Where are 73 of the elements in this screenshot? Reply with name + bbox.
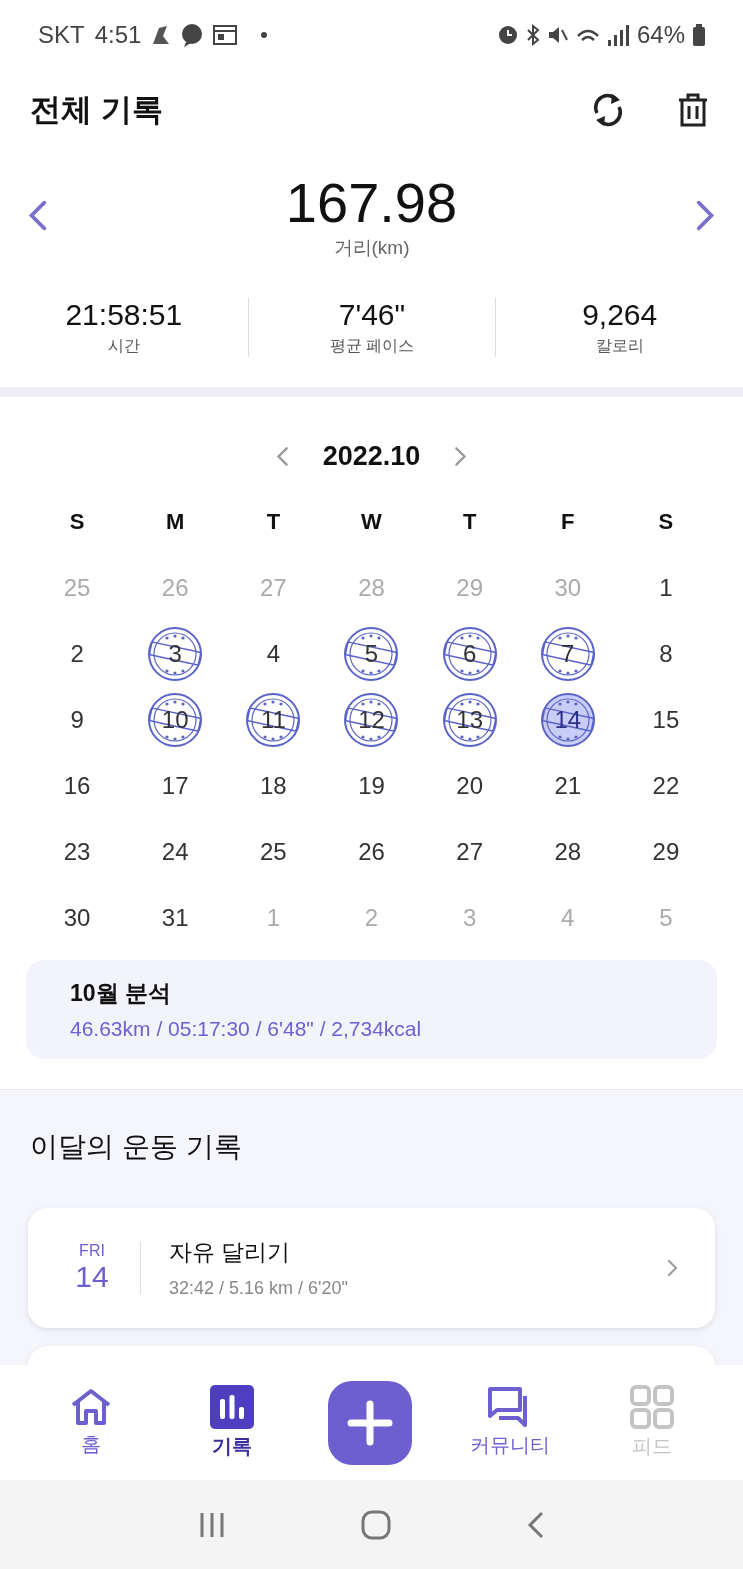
calendar-day[interactable]: 25 <box>258 838 289 866</box>
nav-tab[interactable]: 기록 <box>187 1384 278 1461</box>
calendar-icon <box>213 25 238 45</box>
calendar-day[interactable]: 18 <box>258 772 289 800</box>
calendar-day[interactable]: 31 <box>159 904 191 932</box>
calendar-day[interactable]: 28 <box>552 838 584 866</box>
plus-icon <box>347 1399 394 1446</box>
calendar-day[interactable]: 24 <box>159 838 191 866</box>
chevron-right-icon[interactable] <box>667 1259 679 1277</box>
section-title: 이달의 운동 기록 <box>30 1130 243 1164</box>
calendar-day[interactable]: 29 <box>650 838 682 866</box>
month-label: 2022.10 <box>322 441 421 472</box>
weekday-label: S <box>657 508 675 536</box>
total-distance: 167.98 <box>285 169 458 235</box>
calendar-day[interactable]: 22 <box>650 772 682 800</box>
weekday-label: S <box>68 508 86 536</box>
calendar-day[interactable]: 1 <box>657 574 675 602</box>
nav-tab[interactable]: 홈 <box>45 1386 136 1459</box>
record-day: 14 <box>75 1260 109 1294</box>
stat-value: 7'46" <box>338 298 406 332</box>
record-card[interactable]: FRI 14 자유 달리기 32:42 / 5.16 km / 6'20" <box>28 1208 715 1328</box>
previous-month-button[interactable] <box>274 446 289 467</box>
signal-icon <box>607 24 629 46</box>
calendar-day[interactable]: 16 <box>61 772 93 800</box>
record-name: 자유 달리기 <box>169 1238 292 1267</box>
nav-tab[interactable]: 커뮤니티 <box>463 1385 556 1460</box>
weekday-label: T <box>461 508 478 536</box>
previous-button[interactable] <box>26 198 48 232</box>
grid-icon <box>630 1385 675 1429</box>
calendar-day[interactable]: 21 <box>552 772 584 800</box>
calendar-day[interactable]: 9 <box>68 706 86 734</box>
battery-icon <box>693 24 705 46</box>
next-month-button[interactable] <box>454 446 469 467</box>
stat-label: 시간 <box>107 336 140 356</box>
stat-value: 21:58:51 <box>65 298 183 332</box>
home-icon[interactable] <box>361 1509 392 1540</box>
clock: 4:51 <box>94 21 142 49</box>
calendar-day[interactable]: 26 <box>356 838 387 866</box>
weekday-label: M <box>165 508 186 536</box>
stat-label: 칼로리 <box>595 336 644 356</box>
stat-value: 9,264 <box>582 298 658 332</box>
calendar-day[interactable]: 23 <box>61 838 93 866</box>
battery-percent: 64% <box>636 21 685 49</box>
mute-icon <box>547 26 568 44</box>
dot-icon <box>261 32 268 38</box>
calendar-day[interactable]: 4 <box>264 640 283 668</box>
calendar-day[interactable]: 19 <box>356 772 387 800</box>
chat-bubble-icon <box>181 23 204 47</box>
record-detail: 32:42 / 5.16 km / 6'20" <box>169 1278 349 1299</box>
calendar-day[interactable]: 8 <box>657 640 675 668</box>
back-icon[interactable] <box>525 1509 546 1540</box>
alarm-icon <box>497 25 518 45</box>
bar-chart-icon <box>210 1385 255 1429</box>
calendar-day[interactable]: 15 <box>650 706 682 734</box>
calendar-day[interactable]: 2 <box>68 640 86 668</box>
weekday-label: T <box>265 508 282 536</box>
weekday-label: F <box>560 508 576 536</box>
calendar-day[interactable]: 20 <box>454 772 485 800</box>
wifi-icon <box>575 28 600 42</box>
weekday-label: W <box>360 508 383 536</box>
distance-label: 거리(km) <box>332 235 411 260</box>
bluetooth-icon <box>525 24 540 46</box>
page-title: 전체 기록 <box>30 91 163 129</box>
calendar-day[interactable]: 27 <box>454 838 485 866</box>
analysis-detail: 46.63km / 05:17:30 / 6'48" / 2,734kcal <box>70 1017 423 1041</box>
calendar-day[interactable]: 30 <box>61 904 93 932</box>
calendar-day[interactable]: 17 <box>159 772 191 800</box>
record-weekday: FRI <box>79 1242 105 1260</box>
carrier: SKT <box>38 21 85 49</box>
add-button[interactable] <box>328 1380 413 1465</box>
analysis-title: 10월 분석 <box>70 979 172 1008</box>
next-button[interactable] <box>695 198 717 232</box>
stat-label: 평균 페이스 <box>329 336 415 356</box>
